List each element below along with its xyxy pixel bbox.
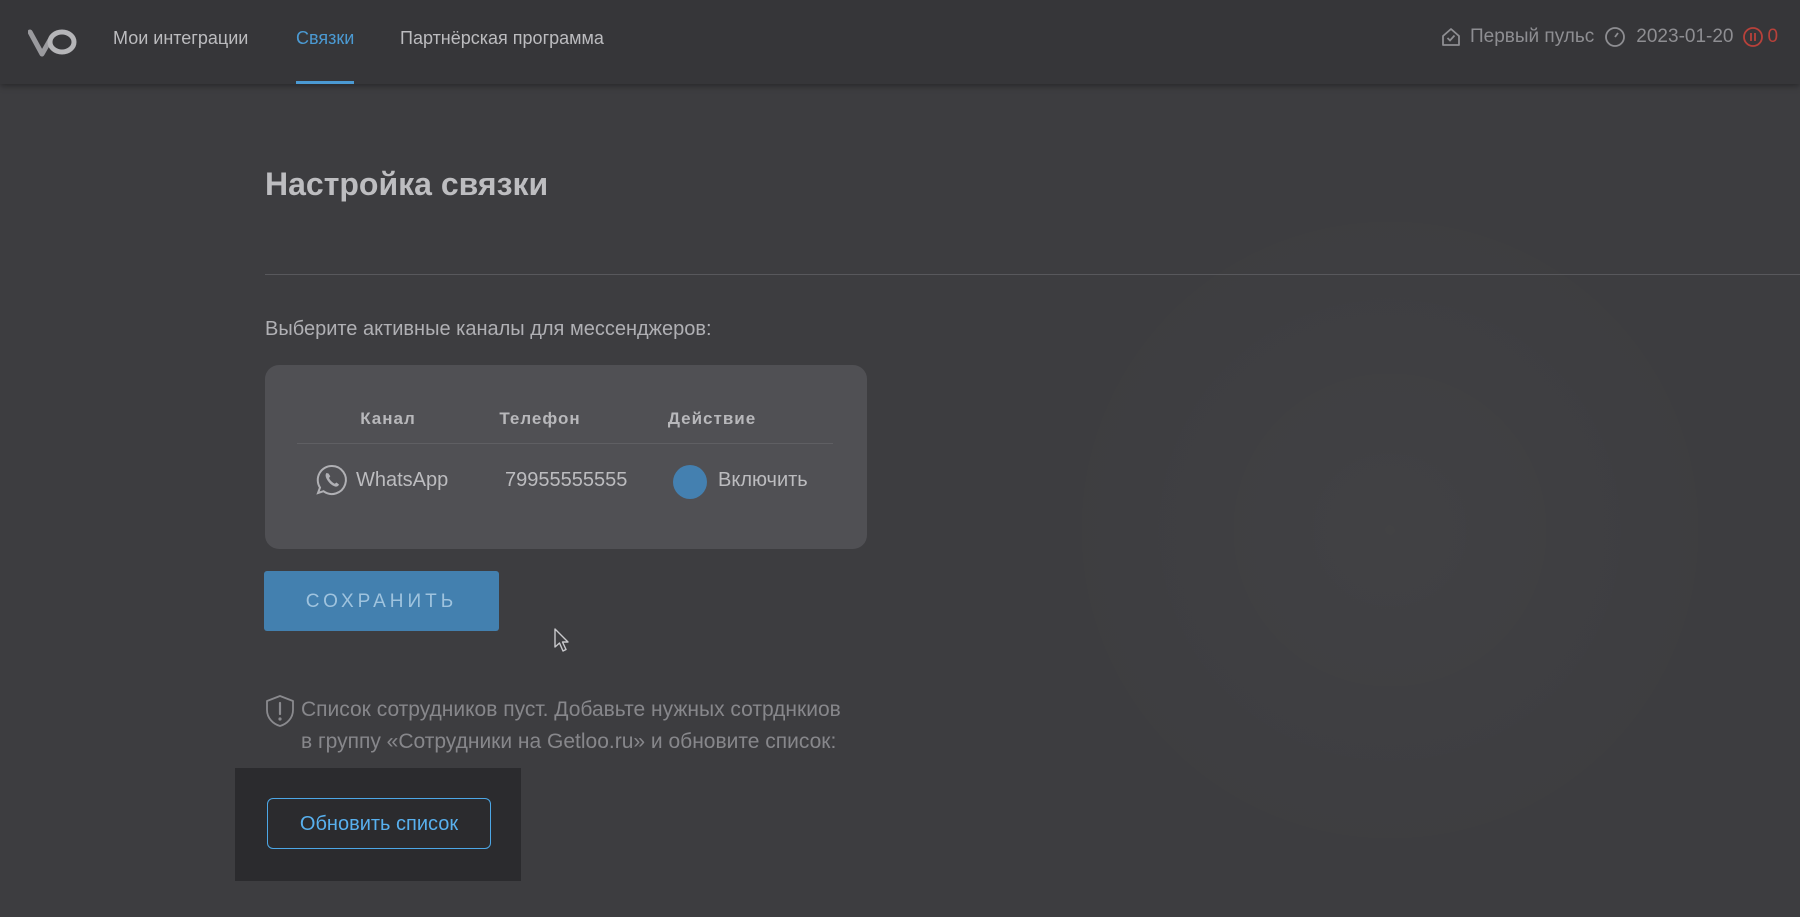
nav-partner-program[interactable]: Партнёрская программа	[400, 28, 604, 84]
logo[interactable]	[28, 26, 78, 58]
channel-phone: 79955555555	[505, 469, 628, 491]
whatsapp-icon	[316, 464, 347, 495]
shield-warning-icon	[266, 695, 294, 727]
channel-name: WhatsApp	[356, 469, 449, 491]
header-status: Первый пульс 2023-01-20 0	[1440, 26, 1778, 48]
power-alert-icon	[1742, 27, 1763, 47]
nav-bindings[interactable]: Связки	[296, 28, 355, 84]
top-header: VO Мои интеграции Связки Партнёрская про…	[0, 0, 1800, 84]
page-title: Настройка связки	[265, 166, 549, 202]
save-button[interactable]: СОХРАНИТЬ	[264, 571, 499, 631]
header-date: 2023-01-20	[1636, 26, 1734, 47]
house-check-icon	[1442, 28, 1460, 46]
enable-toggle[interactable]	[673, 465, 707, 499]
tariff-name[interactable]: Первый пульс	[1470, 26, 1594, 48]
column-header-action: Действие	[667, 409, 757, 428]
channels-label: Выберите активные каналы для мессенджеро…	[265, 318, 712, 340]
column-header-channel: Канал	[360, 409, 416, 428]
table-header-divider	[297, 443, 833, 444]
alerts-count[interactable]: 0	[1768, 26, 1779, 48]
refresh-list-button[interactable]: Обновить список	[267, 798, 491, 849]
employees-notice: Список сотрудников пуст. Добавьте нужных…	[301, 694, 921, 758]
background-decoration	[1040, 180, 1740, 880]
column-header-phone: Телефон	[499, 409, 581, 428]
nav-my-integrations[interactable]: Мои интеграции	[113, 28, 248, 84]
clock-icon	[1605, 27, 1626, 47]
enable-label[interactable]: Включить	[718, 469, 808, 492]
notice-line-1: Список сотрудников пуст. Добавьте нужных…	[301, 698, 841, 721]
notice-line-2: в группу «Сотрудники на Getloo.ru» и обн…	[301, 730, 837, 753]
highlight-spotlight: Обновить список	[235, 768, 521, 881]
divider	[265, 274, 1800, 275]
mouse-cursor-icon	[554, 628, 569, 652]
app-window: VO Мои интеграции Связки Партнёрская про…	[0, 0, 1800, 917]
channels-table: Канал Телефон Действие WhatsApp 79955555…	[265, 365, 867, 549]
